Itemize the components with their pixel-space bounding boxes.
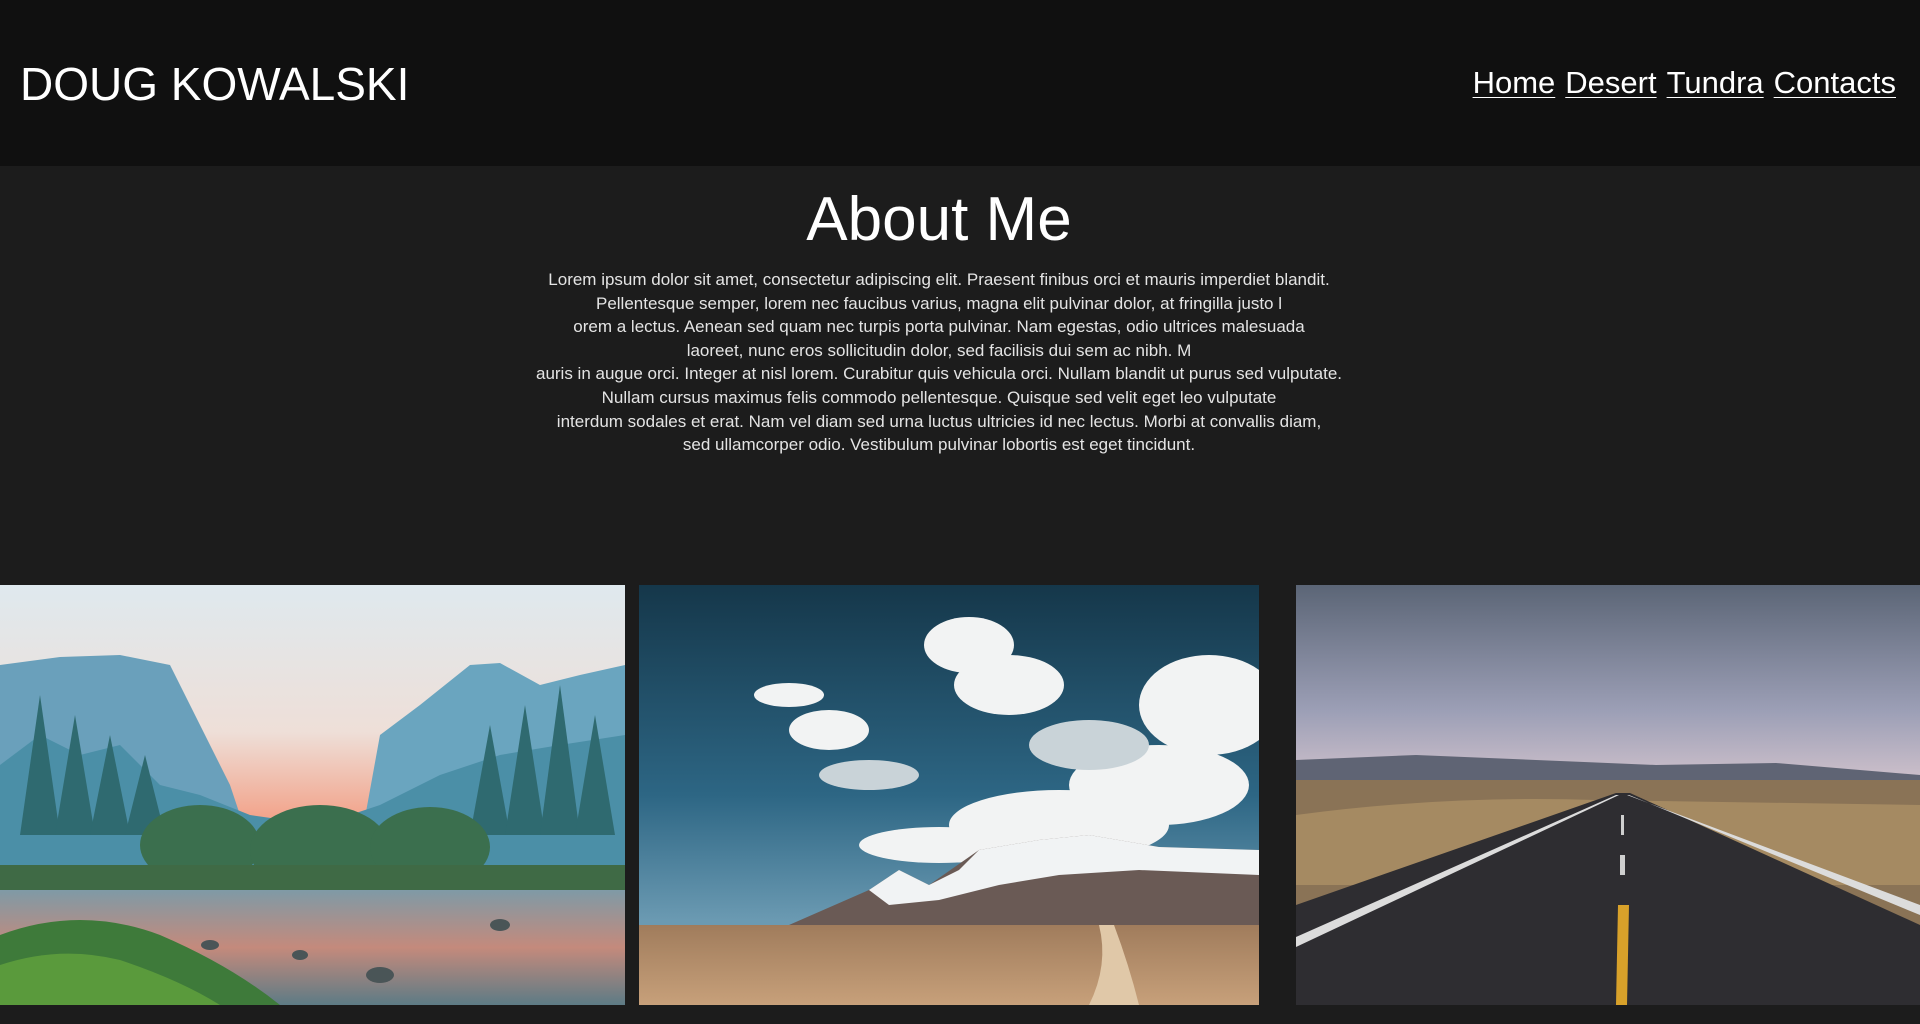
site-title: DOUG KOWALSKI xyxy=(20,58,410,110)
photo-gallery xyxy=(0,585,1920,1005)
site-header: DOUG KOWALSKI Home Desert Tundra Contact… xyxy=(0,0,1920,166)
valley-forest-photo xyxy=(0,585,625,1005)
about-line: Nullam cursus maximus felis commodo pell… xyxy=(601,387,1277,407)
about-line: sed ullamcorper odio. Vestibulum pulvina… xyxy=(682,435,1196,455)
about-line: orem a lectus. Aenean sed quam nec turpi… xyxy=(573,317,1305,337)
open-road-photo xyxy=(1296,585,1920,1005)
about-heading: About Me xyxy=(806,185,1072,254)
about-line: Lorem ipsum dolor sit amet, consectetur … xyxy=(548,270,1330,289)
about-line: laoreet, nunc eros sollicitudin dolor, s… xyxy=(686,340,1192,360)
nav-link-tundra[interactable]: Tundra xyxy=(1667,62,1764,104)
nav-link-contacts[interactable]: Contacts xyxy=(1774,62,1896,104)
main-nav: Home Desert Tundra Contacts xyxy=(1473,62,1896,104)
nav-link-desert[interactable]: Desert xyxy=(1565,62,1656,104)
about-line: interdum sodales et erat. Nam vel diam s… xyxy=(556,411,1322,431)
nav-link-home[interactable]: Home xyxy=(1473,62,1556,104)
about-line: Pellentesque semper, lorem nec faucibus … xyxy=(595,293,1283,313)
desert-mountain-photo xyxy=(639,585,1259,1005)
about-line: auris in augue orci. Integer at nisl lor… xyxy=(535,364,1343,384)
about-paragraph: Lorem ipsum dolor sit amet, consectetur … xyxy=(460,268,1418,457)
